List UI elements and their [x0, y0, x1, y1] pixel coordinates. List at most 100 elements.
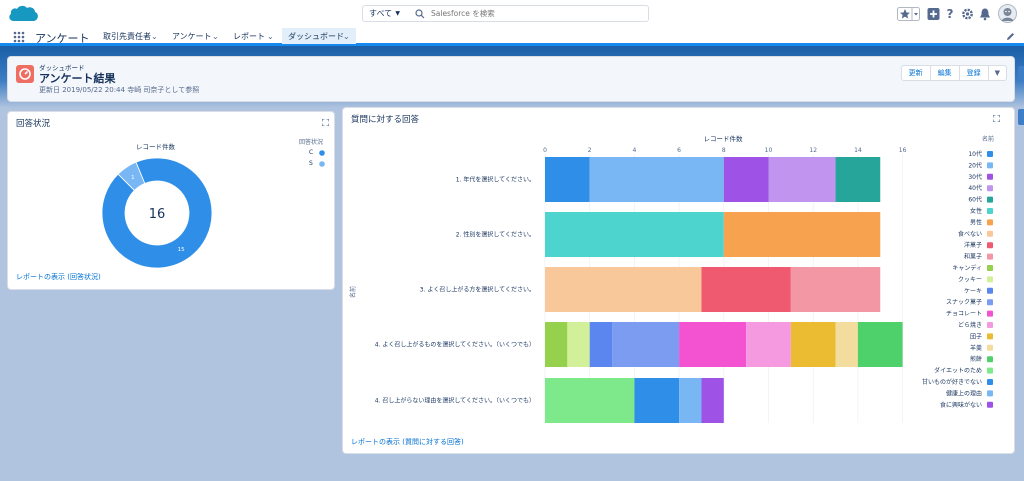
- edit-nav-icon[interactable]: [1006, 32, 1015, 41]
- legend-title: 回答状況: [299, 139, 324, 146]
- chevron-down-icon[interactable]: ⌄: [151, 28, 158, 46]
- legend-swatch: [987, 208, 993, 214]
- legend-swatch: [987, 299, 993, 306]
- app-launcher-icon[interactable]: [13, 31, 25, 43]
- tab-label: ダッシュボード: [288, 32, 344, 41]
- global-search[interactable]: [405, 5, 649, 22]
- bar-segment-60代: [835, 157, 881, 202]
- legend-swatch: [987, 333, 993, 340]
- legend-label: キャンディ: [952, 264, 982, 272]
- legend-label: 食べない: [958, 230, 982, 238]
- favorites-star-icon[interactable]: [897, 7, 920, 21]
- legend-label: 健康上の理由: [946, 389, 982, 397]
- bar-segment-洋菓子: [701, 267, 791, 312]
- y-axis-title: 名前: [349, 286, 357, 298]
- app-name: アンケート: [35, 32, 90, 45]
- page-title: アンケート結果: [39, 72, 116, 85]
- x-tick-label: 14: [854, 147, 862, 154]
- tab-label: 取引先責任者: [103, 32, 151, 41]
- bar-segment-20代: [589, 157, 724, 202]
- dashboard-card-response-status: 回答状況 レコード件数 15 1 16 回答状況 C S レポートの表示 (回答状…: [7, 111, 335, 290]
- legend-dot-S: [319, 161, 325, 167]
- legend-swatch: [987, 310, 993, 317]
- gear-icon[interactable]: [961, 7, 974, 21]
- donut-total: 16: [149, 207, 166, 222]
- help-icon[interactable]: ?: [945, 7, 955, 21]
- add-icon[interactable]: [927, 7, 940, 21]
- search-input[interactable]: [431, 7, 641, 20]
- legend-swatch: [987, 379, 993, 385]
- category-label: 2. 性別を選択してください。: [456, 231, 535, 239]
- bar-segment-女性: [545, 212, 724, 257]
- view-report-link[interactable]: レポートの表示 (回答状況): [16, 272, 101, 282]
- tab-reports[interactable]: レポート ⌄: [227, 28, 279, 46]
- bar-segment-スナック菓子: [612, 322, 680, 367]
- more-actions-button[interactable]: ▼: [987, 65, 1007, 81]
- legend-label: C: [309, 149, 314, 156]
- bar-segment-30代: [723, 157, 769, 202]
- card-title: 回答状況: [16, 119, 51, 129]
- search-scope-label: すべて: [369, 9, 393, 18]
- avatar[interactable]: [998, 4, 1017, 23]
- legend-dot: [319, 161, 325, 167]
- search-scope-select[interactable]: すべて ▼: [362, 5, 406, 22]
- legend-label: 洋菓子: [964, 241, 982, 249]
- legend-swatch: [987, 322, 993, 328]
- chevron-down-icon[interactable]: ⌄: [212, 28, 219, 46]
- legend-swatch: [987, 390, 993, 397]
- legend-swatch: [987, 151, 993, 157]
- legend-swatch: [987, 367, 993, 374]
- bar-segment-甘いものが好きでない: [634, 378, 680, 423]
- legend-swatch: [987, 253, 993, 260]
- bar-segment-食に興味がない: [701, 378, 724, 423]
- chevron-down-icon[interactable]: ⌄: [343, 28, 350, 46]
- view-report-link[interactable]: レポートの表示 (質問に対する回答): [351, 437, 464, 447]
- donut-slice-label: 1: [131, 175, 135, 181]
- bar-segment-40代: [768, 157, 836, 202]
- side-utility-tab[interactable]: [1018, 109, 1024, 125]
- legend-swatch: [987, 344, 993, 351]
- subscribe-button[interactable]: 登録: [958, 65, 989, 81]
- x-tick-label: 6: [677, 147, 681, 154]
- salesforce-logo[interactable]: [8, 5, 39, 24]
- legend-item-S[interactable]: S: [309, 160, 313, 167]
- edit-button[interactable]: 編集: [929, 65, 960, 81]
- bar-segment-和菓子: [790, 267, 881, 312]
- category-label: 4. よく召し上がるものを選択してください。（いくつでも）: [375, 341, 535, 349]
- tab-survey[interactable]: アンケート ⌄: [166, 28, 224, 46]
- legend-label: 40代: [968, 184, 982, 192]
- stacked-bar-chart[interactable]: レコード件数 名前 0 2 4 6 8 10 12 14 16 1. 年代を選択してください。 2…: [343, 108, 1016, 455]
- legend-dot: [319, 150, 325, 156]
- legend-label: ダイエットのため: [934, 367, 982, 375]
- tab-contacts[interactable]: 取引先責任者 ⌄: [97, 28, 163, 46]
- chevron-down-icon[interactable]: ⌄: [267, 28, 274, 46]
- x-tick-label: 0: [543, 147, 547, 154]
- tab-dashboards[interactable]: ダッシュボード ⌄: [282, 28, 356, 46]
- legend-label: 和菓子: [964, 253, 982, 261]
- refresh-button[interactable]: 更新: [900, 65, 931, 81]
- x-axis-title: レコード件数: [704, 134, 744, 143]
- legend-swatch: [987, 185, 993, 192]
- bar-segment-10代: [545, 157, 590, 202]
- bell-icon[interactable]: [979, 7, 991, 21]
- expand-icon[interactable]: [322, 119, 329, 126]
- dashboard-actions: 更新 編集 登録 ▼: [900, 65, 1007, 81]
- legend-label: 女性: [970, 207, 982, 215]
- legend-label: 羊羹: [970, 344, 982, 352]
- legend-label: 甘いものが好きでない: [922, 378, 982, 386]
- search-icon: [415, 9, 425, 19]
- legend-label: どら焼き: [958, 321, 982, 329]
- legend-swatch: [987, 287, 993, 294]
- x-tick-label: 16: [899, 147, 907, 154]
- legend-item-C[interactable]: C: [309, 149, 313, 156]
- legend-swatch: [987, 162, 993, 169]
- dashboard-icon: [16, 65, 34, 83]
- legend-dot-C: [319, 150, 325, 156]
- legend-label: 食に興味がない: [940, 401, 982, 409]
- category-label: 1. 年代を選択してください。: [456, 176, 535, 184]
- legend-label: クッキー: [958, 276, 982, 283]
- side-utility-tab[interactable]: [1018, 66, 1024, 82]
- legend-swatch: [987, 401, 993, 408]
- legend-label: チョコレート: [946, 311, 982, 318]
- donut-chart[interactable]: 15 1 16: [92, 148, 222, 278]
